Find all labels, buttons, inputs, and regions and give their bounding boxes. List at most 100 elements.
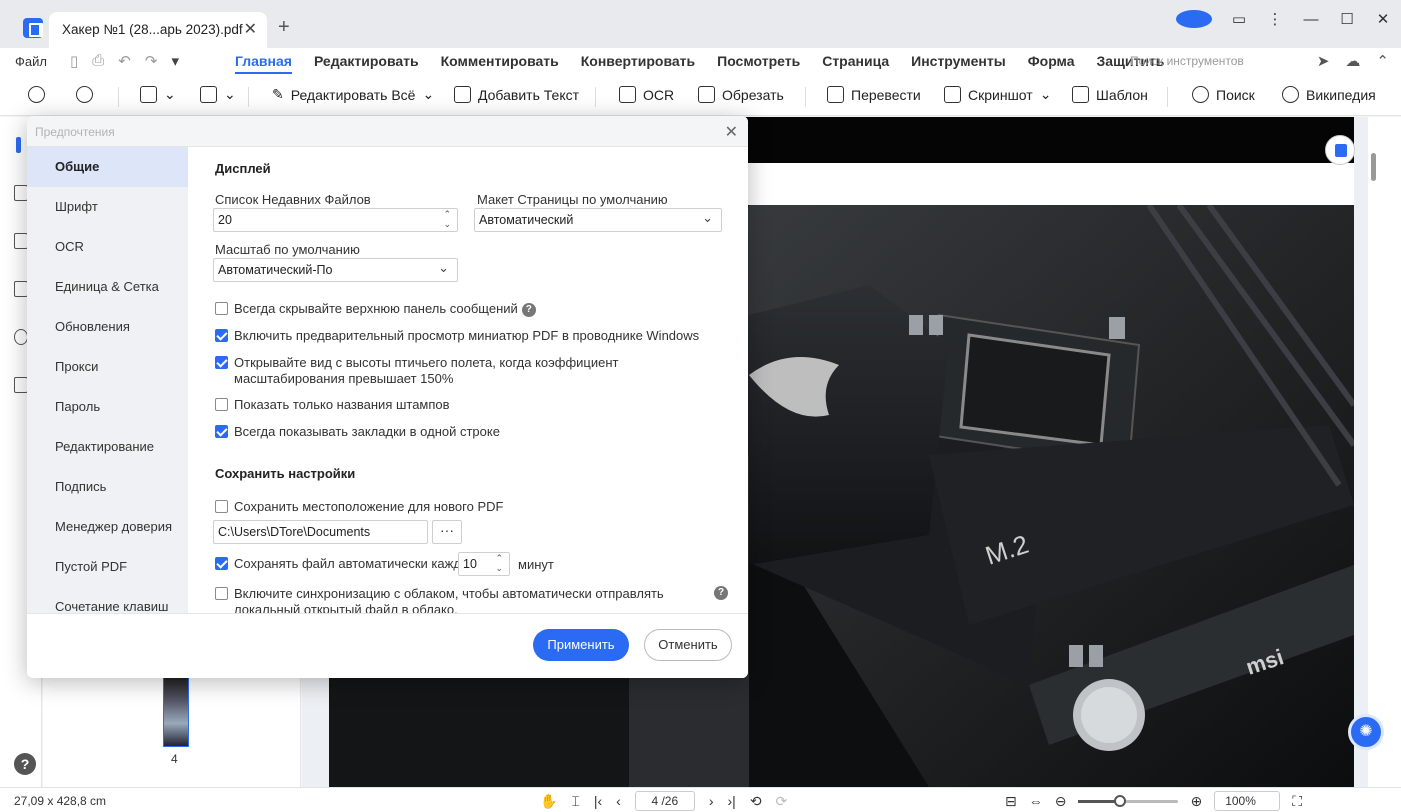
help-icon[interactable]: ? <box>14 753 36 775</box>
convert-to-word-button[interactable] <box>1325 135 1355 165</box>
zoom-slider[interactable] <box>1078 794 1179 807</box>
comment-icon[interactable] <box>14 233 28 249</box>
stamp-names-checkbox[interactable] <box>215 398 228 411</box>
collapse-ribbon-icon[interactable]: ⌃ <box>1376 52 1389 70</box>
zoom-in-button[interactable] <box>76 86 93 103</box>
autosave-checkbox[interactable] <box>215 557 228 570</box>
birds-eye-view-option[interactable]: Открывайте вид с высоты птичьего полета,… <box>215 355 735 387</box>
zoom-in-status-icon[interactable]: ⊕ <box>1190 793 1202 810</box>
ai-assistant-button[interactable]: ✺ <box>1348 714 1384 750</box>
apply-button[interactable]: Применить <box>533 629 629 661</box>
crop-button[interactable]: Обрезать <box>698 86 784 103</box>
save-location-checkbox[interactable] <box>215 500 228 513</box>
minimize-icon[interactable]: — <box>1293 11 1329 28</box>
stamp-names-option[interactable]: Показать только названия штампов <box>215 397 735 412</box>
menu-view[interactable]: Посмотреть <box>717 53 800 74</box>
zoom-slider-knob[interactable] <box>1114 794 1127 807</box>
fit-page-icon[interactable]: ⟳ <box>776 793 788 810</box>
share-icon[interactable]: ➤ <box>1317 52 1330 70</box>
prev-page-icon[interactable]: ‹ <box>616 793 621 809</box>
default-zoom-select[interactable]: Автоматический-По ⌄ <box>213 258 458 282</box>
menu-home[interactable]: Главная <box>235 53 292 74</box>
save-path-input[interactable]: C:\Users\DTore\Documents <box>213 520 428 544</box>
sidebar-item-units-grid[interactable]: Единица & Сетка <box>27 267 188 307</box>
save-icon[interactable]: ▯ <box>70 52 78 70</box>
fullscreen-icon[interactable]: ⛶ <box>1292 793 1302 810</box>
screenshot-button[interactable]: Скриншот ⌄ <box>944 86 1051 103</box>
customize-dropdown-icon[interactable]: ▾ <box>171 52 179 70</box>
cloud-sync-checkbox[interactable] <box>215 587 228 600</box>
bookmark-icon[interactable] <box>14 185 28 201</box>
menu-form[interactable]: Форма <box>1028 53 1075 74</box>
menu-comment[interactable]: Комментировать <box>441 53 559 74</box>
avatar[interactable] <box>1176 10 1212 28</box>
help-icon[interactable]: ? <box>714 586 728 600</box>
fit-width-icon[interactable]: ⇔ <box>1029 793 1043 809</box>
select-tool-icon[interactable]: ⌶ <box>571 793 579 810</box>
bookmarks-single-line-option[interactable]: Всегда показывать закладки в одной строк… <box>215 424 735 439</box>
attachment-icon[interactable] <box>14 281 28 297</box>
scrollbar-thumb[interactable] <box>1371 153 1376 181</box>
new-tab-icon[interactable]: + <box>278 16 290 39</box>
page-thumbnail[interactable] <box>163 677 189 747</box>
undo-icon[interactable]: ↶ <box>118 52 131 70</box>
vertical-scrollbar[interactable] <box>1368 117 1401 787</box>
sidebar-item-ocr[interactable]: OCR <box>27 227 188 267</box>
menu-edit[interactable]: Редактировать <box>314 53 419 74</box>
ocr-button[interactable]: OCR <box>619 86 674 103</box>
page-layout-icon[interactable]: ⊟ <box>1005 793 1017 810</box>
close-tab-icon[interactable]: ✕ <box>244 19 257 39</box>
print-icon[interactable]: ⎙ <box>92 52 104 70</box>
thumbnails-panel-icon[interactable] <box>16 137 21 153</box>
first-page-icon[interactable]: |‹ <box>594 793 602 809</box>
sidebar-item-blank-pdf[interactable]: Пустой PDF <box>27 547 188 587</box>
thumbnail-preview-option[interactable]: Включить предварительный просмотр миниат… <box>215 328 735 343</box>
stepper-arrows-icon[interactable]: ⌃ ⌄ <box>495 553 503 573</box>
sidebar-item-password[interactable]: Пароль <box>27 387 188 427</box>
help-icon[interactable]: ? <box>521 303 536 317</box>
sidebar-item-editing[interactable]: Редактирование <box>27 427 188 467</box>
stepper-arrows-icon[interactable]: ⌃ ⌄ <box>443 209 451 229</box>
close-window-icon[interactable]: ✕ <box>1365 10 1401 28</box>
translate-button[interactable]: Перевести <box>827 86 921 103</box>
recent-files-stepper[interactable]: 20 ⌃ ⌄ <box>213 208 458 232</box>
hide-message-bar-checkbox[interactable] <box>215 302 228 315</box>
thumbnail-preview-checkbox[interactable] <box>215 329 228 342</box>
template-button[interactable]: Шаблон <box>1072 86 1148 103</box>
sidebar-item-shortcuts[interactable]: Сочетание клавиш <box>27 587 188 613</box>
sidebar-item-font[interactable]: Шрифт <box>27 187 188 227</box>
edit-all-button[interactable]: ✎ Редактировать Всё ⌄ <box>272 86 434 103</box>
birds-eye-view-checkbox[interactable] <box>215 356 228 369</box>
page-layout-select[interactable]: Автоматический ⌄ <box>474 208 722 232</box>
maximize-icon[interactable]: ☐ <box>1329 10 1365 28</box>
next-page-icon[interactable]: › <box>709 793 714 809</box>
save-location-option[interactable]: Сохранить местоположение для нового PDF <box>215 499 735 514</box>
shape-button[interactable]: ⌄ <box>200 86 236 103</box>
search-button[interactable]: Поиск <box>1192 86 1255 103</box>
menu-file[interactable]: Файл <box>15 54 47 69</box>
wikipedia-button[interactable]: Википедия <box>1282 86 1376 103</box>
feedback-icon[interactable]: ▭ <box>1221 10 1257 28</box>
add-text-button[interactable]: Добавить Текст <box>454 86 579 103</box>
sidebar-item-trust-manager[interactable]: Менеджер доверия <box>27 507 188 547</box>
upload-cloud-icon[interactable]: ☁ <box>1345 52 1360 70</box>
cancel-button[interactable]: Отменить <box>644 629 732 661</box>
layers-icon[interactable] <box>14 377 28 393</box>
bookmarks-single-line-checkbox[interactable] <box>215 425 228 438</box>
hide-message-bar-option[interactable]: Всегда скрывайте верхнюю панель сообщени… <box>215 301 735 317</box>
last-page-icon[interactable]: ›| <box>728 793 736 809</box>
hand-tool-icon[interactable]: ✋ <box>540 793 557 810</box>
zoom-select[interactable]: 100% <box>1214 791 1281 811</box>
zoom-out-button[interactable] <box>28 86 45 103</box>
sidebar-item-signature[interactable]: Подпись <box>27 467 188 507</box>
more-icon[interactable]: ⋮ <box>1257 10 1293 28</box>
autosave-interval-stepper[interactable]: 10 ⌃ ⌄ <box>458 552 510 576</box>
document-tab[interactable]: Хакер №1 (28...арь 2023).pdf ✕ <box>49 12 267 48</box>
menu-tools[interactable]: Инструменты <box>911 53 1006 74</box>
sidebar-item-updates[interactable]: Обновления <box>27 307 188 347</box>
menu-convert[interactable]: Конвертировать <box>581 53 695 74</box>
redo-icon[interactable]: ↷ <box>145 52 158 70</box>
highlight-button[interactable]: ⌄ <box>140 86 176 103</box>
menu-page[interactable]: Страница <box>822 53 889 74</box>
dialog-close-icon[interactable]: ✕ <box>725 122 738 142</box>
